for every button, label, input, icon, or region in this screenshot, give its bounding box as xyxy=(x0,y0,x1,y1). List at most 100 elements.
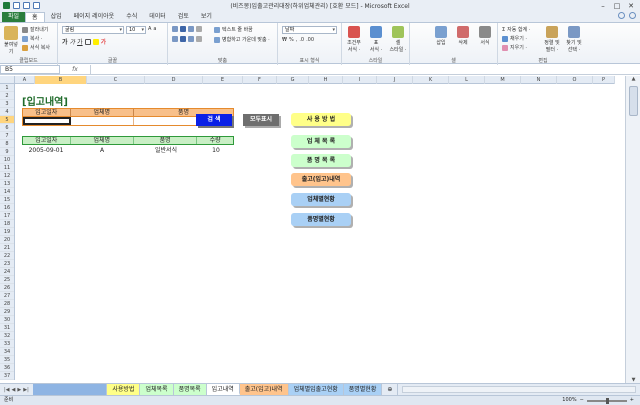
column-header-o[interactable]: O xyxy=(557,76,593,84)
search-date-input[interactable] xyxy=(23,117,71,125)
nav-shipment-button[interactable]: 출고(입고)내역 xyxy=(291,173,351,186)
column-header-n[interactable]: N xyxy=(521,76,557,84)
border-icon[interactable] xyxy=(84,38,91,45)
next-sheet-icon[interactable]: ▶ xyxy=(17,387,21,393)
fill-button[interactable]: 채우기 · xyxy=(502,35,527,42)
row-header-17[interactable]: 17 xyxy=(0,212,14,220)
show-all-button[interactable]: 모두표시 xyxy=(243,114,279,126)
column-header-d[interactable]: D xyxy=(145,76,203,84)
find-select-button[interactable]: 찾기 및 선택 · xyxy=(564,26,584,53)
format-painter-button[interactable]: 서식 복사 xyxy=(22,44,50,51)
row-header-1[interactable]: 1 xyxy=(0,84,14,92)
italic-icon[interactable]: 가 xyxy=(70,37,76,46)
row-header-12[interactable]: 12 xyxy=(0,172,14,180)
number-format-select[interactable]: 날짜 xyxy=(282,26,337,34)
close-icon[interactable]: ✕ xyxy=(624,0,638,11)
font-color-icon[interactable]: 가 xyxy=(101,37,107,46)
row-header-5[interactable]: 5 xyxy=(0,116,14,124)
row-header-8[interactable]: 8 xyxy=(0,140,14,148)
decrease-decimal-icon[interactable]: .00 xyxy=(306,37,314,43)
row-header-7[interactable]: 7 xyxy=(0,132,14,140)
row-header-18[interactable]: 18 xyxy=(0,220,14,228)
column-header-b[interactable]: B xyxy=(35,76,87,84)
row-header-32[interactable]: 32 xyxy=(0,332,14,340)
row-header-27[interactable]: 27 xyxy=(0,292,14,300)
font-size-select[interactable]: 10 xyxy=(126,26,146,34)
sheet-tab-item-list[interactable]: 품명목록 xyxy=(173,384,207,395)
tab-file[interactable]: 파일 xyxy=(2,12,26,22)
column-header-i[interactable]: I xyxy=(343,76,377,84)
prev-sheet-icon[interactable]: ◀ xyxy=(12,387,16,393)
scroll-up-icon[interactable]: ▲ xyxy=(626,76,640,82)
result-date-cell[interactable]: 2005-09-01 xyxy=(22,146,70,155)
column-header-m[interactable]: M xyxy=(485,76,521,84)
clear-button[interactable]: 지우기 · xyxy=(502,44,527,51)
font-grow-shrink[interactable]: Aa xyxy=(148,26,157,32)
row-header-35[interactable]: 35 xyxy=(0,356,14,364)
bold-icon[interactable]: 가 xyxy=(62,37,68,46)
orientation-icon[interactable] xyxy=(196,26,202,32)
row-header-19[interactable]: 19 xyxy=(0,228,14,236)
maximize-icon[interactable]: □ xyxy=(610,0,624,11)
fill-color-icon[interactable] xyxy=(92,38,99,45)
column-header-l[interactable]: L xyxy=(449,76,485,84)
row-header-36[interactable]: 36 xyxy=(0,364,14,372)
sort-filter-button[interactable]: 정렬 및 필터 · xyxy=(542,26,562,53)
autosum-button[interactable]: Σ 자동 합계 · xyxy=(502,26,530,34)
nav-company-status-button[interactable]: 업체별현황 xyxy=(291,193,351,206)
percent-icon[interactable]: % xyxy=(289,37,294,43)
cell-styles-button[interactable]: 셀 스타일 · xyxy=(388,26,408,53)
row-header-20[interactable]: 20 xyxy=(0,236,14,244)
column-header-p[interactable]: P xyxy=(593,76,615,84)
paste-button[interactable]: 붙여넣기 xyxy=(2,26,20,55)
row-header-37[interactable]: 37 xyxy=(0,372,14,380)
align-left-icon[interactable] xyxy=(172,36,178,42)
column-header-j[interactable]: J xyxy=(377,76,413,84)
sheet-tab-shipment[interactable]: 출고(입고)내역 xyxy=(239,384,289,395)
align-middle-icon[interactable] xyxy=(180,26,186,32)
horizontal-scrollbar[interactable] xyxy=(402,386,636,393)
align-right-icon[interactable] xyxy=(188,36,194,42)
row-header-13[interactable]: 13 xyxy=(0,180,14,188)
column-header-h[interactable]: H xyxy=(309,76,343,84)
tab-view[interactable]: 보기 xyxy=(195,12,218,22)
conditional-format-button[interactable]: 조건부 서식 · xyxy=(344,26,364,53)
format-cells-button[interactable]: 서식 xyxy=(476,26,494,46)
vertical-scrollbar[interactable]: ▲ ▼ xyxy=(625,76,640,383)
ribbon-minimize-icon[interactable] xyxy=(629,12,636,19)
column-header-g[interactable]: G xyxy=(277,76,309,84)
first-sheet-icon[interactable]: |◀ xyxy=(4,387,10,393)
row-header-22[interactable]: 22 xyxy=(0,252,14,260)
row-header-3[interactable]: 3 xyxy=(0,100,14,108)
row-header-29[interactable]: 29 xyxy=(0,308,14,316)
formula-input[interactable] xyxy=(90,65,640,74)
name-box[interactable]: B5 xyxy=(0,65,60,74)
tab-insert[interactable]: 삽입 xyxy=(45,12,68,22)
comma-icon[interactable]: , xyxy=(296,37,298,43)
column-header-f[interactable]: F xyxy=(243,76,277,84)
column-header-a[interactable]: A xyxy=(15,76,35,84)
sheet-tab-item-status[interactable]: 품명별현황 xyxy=(343,384,383,395)
row-header-4[interactable]: 4 xyxy=(0,108,14,116)
result-qty-cell[interactable]: 10 xyxy=(198,146,234,155)
row-header-21[interactable]: 21 xyxy=(0,244,14,252)
row-header-15[interactable]: 15 xyxy=(0,196,14,204)
row-header-6[interactable]: 6 xyxy=(0,124,14,132)
search-button[interactable]: 검 색 xyxy=(196,114,232,126)
row-header-10[interactable]: 10 xyxy=(0,156,14,164)
zoom-in-icon[interactable]: + xyxy=(630,396,634,405)
tab-review[interactable]: 검토 xyxy=(172,12,195,22)
align-top-icon[interactable] xyxy=(172,26,178,32)
nav-item-status-button[interactable]: 품명별현황 xyxy=(291,213,351,226)
sheet-tab-company-list[interactable]: 업체목록 xyxy=(140,384,174,395)
row-header-33[interactable]: 33 xyxy=(0,340,14,348)
nav-item-list-button[interactable]: 품 명 목 록 xyxy=(291,154,351,167)
scroll-thumb[interactable] xyxy=(629,86,638,116)
copy-button[interactable]: 복사 · xyxy=(22,35,42,42)
sheet-tab-company-status[interactable]: 업체별입출고현황 xyxy=(288,384,344,395)
select-all-corner[interactable] xyxy=(0,76,15,84)
fx-icon[interactable]: fx xyxy=(60,66,90,73)
row-header-23[interactable]: 23 xyxy=(0,260,14,268)
sheet-tab-bizforms[interactable]: 비즈몽(bizforms.co.kr) xyxy=(32,384,108,395)
row-header-16[interactable]: 16 xyxy=(0,204,14,212)
